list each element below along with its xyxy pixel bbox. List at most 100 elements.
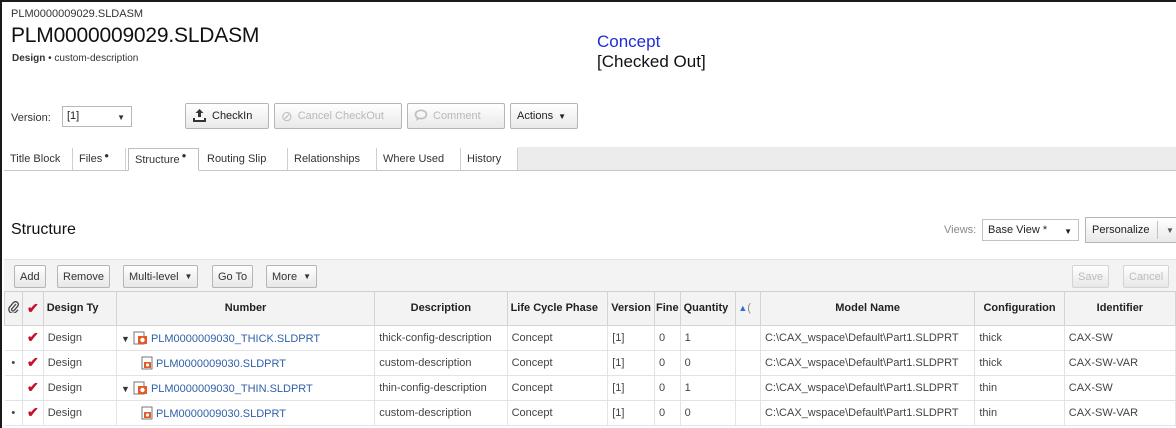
personalize-button[interactable]: Personalize ▼ bbox=[1085, 217, 1176, 243]
grid-toolbar: Add Remove Multi-level ▼ Go To More ▼ Save… bbox=[4, 259, 1176, 292]
column-header-quantity[interactable]: Quantity bbox=[679, 292, 737, 326]
paperclip-icon bbox=[8, 301, 19, 316]
cell-design-type: Design bbox=[43, 375, 117, 401]
split-divider bbox=[1157, 221, 1158, 239]
cell-identifier: CAX-SW-VAR bbox=[1064, 350, 1176, 376]
personalize-label: Personalize bbox=[1092, 224, 1150, 236]
cell-number: PLM0000009030.SLDPRT bbox=[116, 400, 376, 426]
column-header-lifecycle[interactable]: Life Cycle Phase bbox=[506, 292, 609, 326]
checkmark-icon: ✔ bbox=[27, 329, 39, 345]
actions-button[interactable]: Actions ▼ bbox=[510, 103, 578, 129]
sort-ascending-icon: ▲ bbox=[738, 303, 748, 314]
tree-expand-icon[interactable]: ▼ bbox=[121, 334, 133, 344]
cancel-label: Cancel bbox=[1129, 270, 1164, 283]
cell-number: ▼ PLM0000009030_THIN.SLDPRT bbox=[116, 375, 376, 401]
views-label: Views: bbox=[944, 224, 977, 236]
cell-configuration: thin bbox=[974, 375, 1065, 401]
chevron-down-icon: ▼ bbox=[1064, 227, 1072, 236]
column-header-find[interactable]: Fine bbox=[653, 292, 681, 326]
cell-description: thick-config-description bbox=[374, 325, 508, 351]
checkin-button[interactable]: CheckIn bbox=[185, 103, 269, 129]
add-label: Add bbox=[20, 270, 40, 283]
table-row[interactable]: • ✔ Design PLM0000009030.SLDPRT custom-d… bbox=[4, 400, 1176, 426]
table-row[interactable]: ✔ Design ▼ PLM0000009030_THIN.SLDPRT thin… bbox=[4, 375, 1176, 401]
number-link[interactable]: PLM0000009030.SLDPRT bbox=[156, 408, 286, 420]
cancel-checkout-button[interactable]: ⊘ Cancel CheckOut bbox=[274, 103, 402, 129]
tab-title-block[interactable]: Title Block bbox=[4, 148, 73, 170]
row-status: ✔ bbox=[22, 375, 44, 401]
cell-design-type: Design bbox=[43, 400, 117, 426]
number-link[interactable]: PLM0000009030_THIN.SLDPRT bbox=[151, 383, 313, 395]
tab-label: Relationships bbox=[294, 153, 361, 165]
cell-find: 0 bbox=[654, 350, 681, 376]
column-header-configuration[interactable]: Configuration bbox=[974, 292, 1065, 326]
tab-where-used[interactable]: Where Used bbox=[377, 148, 461, 170]
tab-files[interactable]: Files ● bbox=[73, 148, 126, 170]
column-header-status[interactable]: ✔ bbox=[22, 292, 44, 326]
row-status: ✔ bbox=[22, 400, 44, 426]
tab-label: Where Used bbox=[383, 153, 445, 165]
number-link[interactable]: PLM0000009030.SLDPRT bbox=[156, 358, 286, 370]
chevron-down-icon: ▼ bbox=[117, 113, 125, 122]
part-icon bbox=[141, 356, 153, 370]
views-select[interactable]: Base View * ▼ bbox=[982, 219, 1079, 241]
chevron-down-icon[interactable]: ▼ bbox=[1166, 226, 1174, 235]
column-header-description[interactable]: Description bbox=[374, 292, 508, 326]
cell-design-type: Design bbox=[43, 325, 117, 351]
tab-badge-dot: ● bbox=[181, 151, 187, 160]
cell-configuration: thin bbox=[974, 400, 1065, 426]
version-select[interactable]: [1] ▼ bbox=[62, 106, 132, 127]
table-row[interactable]: ✔ Design ▼ PLM0000009030_THICK.SLDPRT thi… bbox=[4, 325, 1176, 351]
tab-label: Files bbox=[79, 153, 103, 165]
column-header-sort[interactable]: ▲( bbox=[735, 292, 761, 326]
tab-routing-slip[interactable]: Routing Slip bbox=[201, 148, 288, 170]
tab-relationships[interactable]: Relationships bbox=[288, 148, 377, 170]
lifecycle-state: Concept bbox=[597, 32, 661, 51]
cell-design-type: Design bbox=[43, 350, 117, 376]
cell-model-name: C:\CAX_wspace\Default\Part1.SLDPRT bbox=[760, 400, 976, 426]
cell-number: ▼ PLM0000009030_THICK.SLDPRT bbox=[116, 325, 376, 351]
go-to-button[interactable]: Go To bbox=[212, 265, 254, 288]
column-header-model-name[interactable]: Model Name bbox=[759, 292, 976, 326]
column-header-identifier[interactable]: Identifier bbox=[1063, 292, 1176, 326]
row-bullet: • bbox=[4, 350, 23, 376]
object-type: Design bbox=[12, 53, 46, 64]
more-button[interactable]: More ▼ bbox=[266, 265, 317, 288]
assembly-icon bbox=[133, 381, 148, 395]
add-button[interactable]: Add bbox=[14, 265, 46, 288]
cell-configuration: thick bbox=[974, 325, 1065, 351]
save-button[interactable]: Save bbox=[1072, 265, 1110, 288]
column-header-number[interactable]: Number bbox=[115, 292, 376, 326]
number-link[interactable]: PLM0000009030_THICK.SLDPRT bbox=[151, 333, 320, 345]
chevron-down-icon: ▼ bbox=[303, 272, 311, 281]
comment-label: Comment bbox=[433, 110, 481, 122]
cell-configuration: thick bbox=[974, 350, 1065, 376]
remove-label: Remove bbox=[63, 270, 104, 283]
cell-version: [1] bbox=[607, 350, 655, 376]
column-header-design-type[interactable]: Design Ty bbox=[42, 292, 117, 326]
column-header-attachment[interactable] bbox=[4, 292, 23, 326]
multi-level-button[interactable]: Multi-level ▼ bbox=[123, 265, 199, 288]
cell-description: custom-description bbox=[374, 350, 508, 376]
cell-quantity: 0 bbox=[680, 400, 737, 426]
cell-sort bbox=[735, 350, 761, 376]
column-header-version[interactable]: Version bbox=[607, 292, 655, 326]
remove-button[interactable]: Remove bbox=[57, 265, 110, 288]
tab-structure[interactable]: Structure ● bbox=[128, 148, 199, 171]
cell-lifecycle: Concept bbox=[507, 375, 609, 401]
tab-bar: Title Block Files ● Structure ● Routing Sl… bbox=[4, 147, 1176, 171]
go-to-label: Go To bbox=[218, 270, 248, 283]
cancel-button[interactable]: Cancel bbox=[1123, 265, 1170, 288]
part-icon bbox=[141, 406, 153, 420]
tab-label: History bbox=[467, 153, 502, 165]
views-value: Base View * bbox=[988, 224, 1048, 236]
table-row[interactable]: • ✔ Design PLM0000009030.SLDPRT custom-d… bbox=[4, 350, 1176, 376]
multi-level-label: Multi-level bbox=[129, 270, 179, 283]
section-title: Structure bbox=[11, 221, 76, 238]
cell-description: thin-config-description bbox=[374, 375, 508, 401]
tree-expand-icon[interactable]: ▼ bbox=[121, 384, 133, 394]
tab-history[interactable]: History bbox=[461, 148, 518, 170]
row-status: ✔ bbox=[22, 350, 44, 376]
comment-button[interactable]: Comment bbox=[407, 103, 505, 129]
cell-model-name: C:\CAX_wspace\Default\Part1.SLDPRT bbox=[760, 375, 976, 401]
